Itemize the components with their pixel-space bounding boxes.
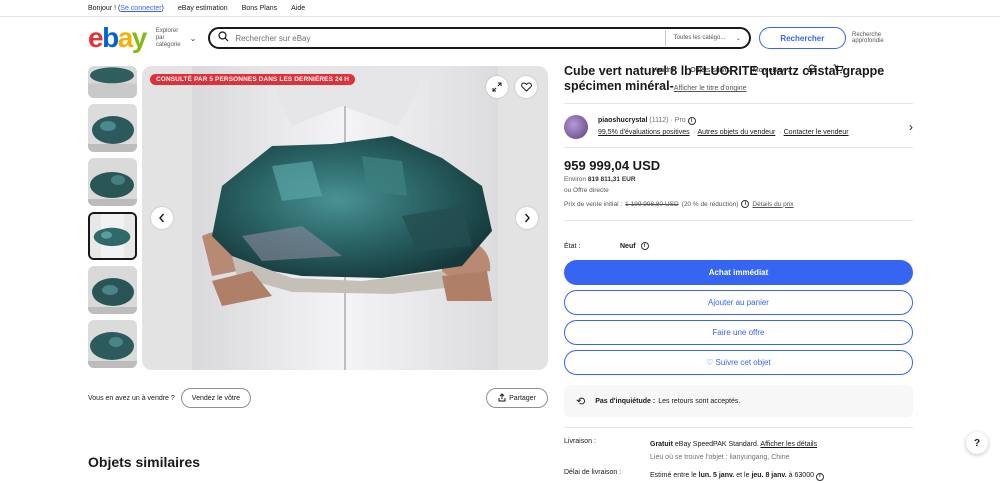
divider <box>0 16 1000 17</box>
sell-yours-button[interactable]: Vendez le vôtre <box>180 388 252 408</box>
views-badge: CONSULTÉ PAR 5 PERSONNES DANS LES DERNIÈ… <box>150 74 356 85</box>
search-button[interactable]: Rechercher <box>758 27 847 49</box>
price-conversion: Environ 819 811,31 EUR <box>564 176 636 183</box>
category-select[interactable]: Toutes les catégo... ⌄ <box>664 30 749 46</box>
divider <box>564 103 913 104</box>
price-details-link[interactable]: Détails du prix <box>752 201 793 208</box>
share-icon <box>498 392 506 404</box>
help-icon[interactable]: ? <box>966 432 988 454</box>
heart-icon: ♡ <box>706 358 714 367</box>
buy-now-button[interactable]: Achat immédiat <box>564 260 913 285</box>
thumbnail[interactable] <box>88 66 137 98</box>
seller-feedback-link[interactable]: 99,5% d'évaluations positives <box>598 129 690 136</box>
seller-name[interactable]: piaoshucrystal <box>598 117 647 124</box>
main-product-image[interactable]: CONSULTÉ PAR 5 PERSONNES DANS LES DERNIÈ… <box>142 66 548 370</box>
signin-link[interactable]: Se connecter <box>120 5 161 12</box>
shipping-section: Livraison : Gratuit eBay SpeedPAK Standa… <box>564 438 913 482</box>
watch-item-button[interactable]: ♡ Suivre cet objet <box>564 350 913 375</box>
original-title-link[interactable]: Afficher le titre d'origine <box>674 85 747 92</box>
nav-link-help[interactable]: Aide <box>291 5 305 12</box>
contact-seller-link[interactable]: Contacter le vendeur <box>784 129 849 136</box>
chevron-down-icon: ⌄ <box>189 33 197 43</box>
returns-banner: ⟲ Pas d'inquiétude : Les retours sont acc… <box>564 385 913 417</box>
header: ebay Explorer par catégorie ⌄ Rechercher… <box>88 22 914 54</box>
similar-items-heading: Objets similaires <box>88 454 201 470</box>
condition-row: État : Neuf i <box>564 242 913 250</box>
nav-link-estimation[interactable]: eBay estimation <box>178 5 228 12</box>
thumbnail[interactable] <box>88 320 137 368</box>
thumbnail[interactable] <box>88 266 137 314</box>
heart-icon[interactable] <box>515 76 537 98</box>
product-photo <box>142 66 548 370</box>
thumbnail-selected[interactable] <box>88 212 137 260</box>
add-to-cart-button[interactable]: Ajouter au panier <box>564 290 913 315</box>
seller-other-items-link[interactable]: Autres objets du vendeur <box>698 129 776 136</box>
nav-link-deals[interactable]: Bons Plans <box>242 5 277 12</box>
divider <box>564 147 913 148</box>
thumbnail[interactable] <box>88 158 137 206</box>
expand-icon[interactable] <box>486 76 508 98</box>
advanced-search-link[interactable]: Recherche approfondie <box>852 32 914 44</box>
divider <box>564 220 913 221</box>
chevron-left-icon[interactable] <box>151 207 173 229</box>
sell-question: Vous en avez un à vendre ? <box>88 394 175 402</box>
info-icon[interactable]: i <box>640 242 649 250</box>
chevron-down-icon: ⌄ <box>735 35 741 42</box>
sell-row: Vous en avez un à vendre ? Vendez le vôt… <box>88 388 548 408</box>
item-price: 959 999,04 USD <box>564 158 661 173</box>
divider <box>564 427 913 428</box>
seller-card[interactable]: piaoshucrystal (1112) · Pro i 99,5% d'év… <box>564 107 913 147</box>
thumbnail-list <box>88 66 137 374</box>
info-icon[interactable]: i <box>687 117 696 125</box>
make-offer-button[interactable]: Faire une offre <box>564 320 913 345</box>
return-arrow-icon: ⟲ <box>576 395 586 408</box>
top-nav: Bonjour ! (Se connecter) eBay estimation… <box>88 0 912 74</box>
share-button[interactable]: Partager <box>486 388 548 408</box>
ebay-logo[interactable]: ebay <box>88 24 147 52</box>
item-title: Cube vert naturel 8 lb FLUORITE quartz c… <box>564 64 885 93</box>
chevron-right-icon[interactable] <box>516 207 538 229</box>
initial-price-row: Prix de vente initial : 1 199 998,80 USD… <box>564 200 794 208</box>
info-icon[interactable]: i <box>815 472 824 481</box>
search-bar: Rechercher sur eBay Toutes les catégo...… <box>208 27 751 49</box>
greeting: Bonjour ! (Se connecter) <box>88 4 164 12</box>
search-input[interactable]: Rechercher sur eBay <box>235 34 664 43</box>
explore-categories-button[interactable]: Explorer par catégorie <box>156 28 188 49</box>
item-details: Cube vert naturel 8 lb FLUORITE quartz c… <box>564 64 913 482</box>
thumbnail[interactable] <box>88 104 137 152</box>
best-offer-text: ou Offre directe <box>564 187 609 194</box>
search-icon <box>218 29 229 47</box>
chevron-right-icon[interactable]: › <box>909 120 913 134</box>
info-icon[interactable]: i <box>741 200 750 208</box>
shipping-details-link[interactable]: Afficher les détails <box>760 441 817 448</box>
avatar[interactable] <box>564 115 588 139</box>
